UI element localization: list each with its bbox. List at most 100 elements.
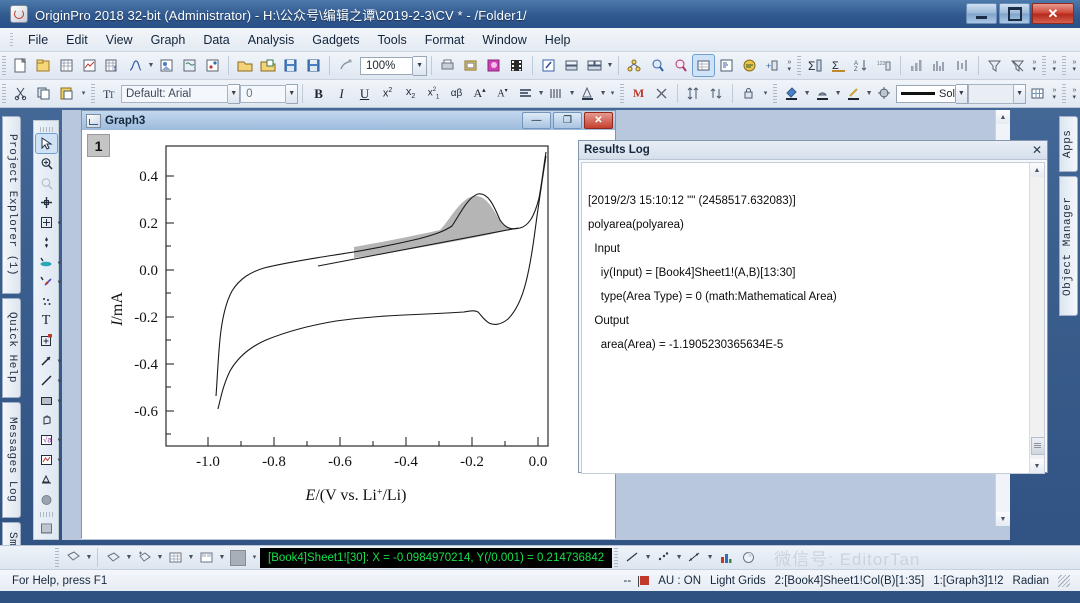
line-plot-icon[interactable] <box>622 547 643 568</box>
list-view-icon[interactable] <box>36 519 57 538</box>
zoom-level-display[interactable]: 100% <box>360 56 414 75</box>
new-graph-icon[interactable] <box>202 55 223 76</box>
close-button[interactable]: ✕ <box>1032 3 1074 24</box>
toolbar-overflow[interactable]: » ▾ <box>784 55 795 77</box>
font-size-combo[interactable]: 0 <box>240 84 287 103</box>
pie-plot-icon[interactable] <box>738 547 759 568</box>
scroll-thumb[interactable] <box>1031 437 1044 455</box>
toolbar-handle[interactable] <box>2 84 6 103</box>
new-matrix-icon[interactable] <box>79 55 100 76</box>
screen-reader-icon[interactable] <box>36 194 57 213</box>
export-graph-icon[interactable] <box>483 55 504 76</box>
toolbar-overflow[interactable]: » ▾ <box>1069 55 1080 77</box>
text-tool-icon[interactable]: T <box>36 312 57 331</box>
add-object-icon[interactable]: + <box>762 55 783 76</box>
data-display-icon[interactable] <box>692 54 715 77</box>
format-number-icon[interactable]: 123 <box>874 55 895 76</box>
menu-view[interactable]: View <box>97 30 142 50</box>
status-selection[interactable]: 2:[Book4]Sheet1!Col(B)[1:35] <box>775 575 925 587</box>
scroll-up-icon[interactable]: ▲ <box>996 110 1010 124</box>
toolbar-overflow[interactable]: » ▾ <box>1049 55 1060 77</box>
toolbar-handle[interactable] <box>1062 84 1066 103</box>
line-width-dropdown[interactable]: ▼ <box>1014 83 1026 104</box>
bar-plot-icon[interactable] <box>929 55 950 76</box>
status-auto-update[interactable]: AU : ON <box>658 575 701 587</box>
layer-contents-icon[interactable] <box>561 55 582 76</box>
layer-add-dropdown[interactable]: ▼ <box>156 547 164 568</box>
toolbar-overflow[interactable]: ▾ <box>249 547 260 569</box>
save-template-icon[interactable] <box>303 55 324 76</box>
super-sub-icon[interactable]: x21 <box>423 83 444 104</box>
sort-icon[interactable]: AZ <box>851 55 872 76</box>
color-swatch-icon[interactable] <box>227 547 248 568</box>
menu-edit[interactable]: Edit <box>57 30 97 50</box>
new-workbook-icon[interactable] <box>56 55 77 76</box>
new-layer-icon[interactable] <box>624 55 645 76</box>
mask-icon[interactable]: M <box>628 83 649 104</box>
pattern-icon[interactable] <box>812 83 833 104</box>
zoom-dropdown[interactable]: ▼ <box>413 55 427 76</box>
color-icon[interactable] <box>577 83 598 104</box>
sidebar-item-apps[interactable]: Apps <box>1059 116 1078 172</box>
rescale-icon[interactable] <box>706 83 727 104</box>
toolbar-overflow[interactable]: ▾ <box>607 83 618 105</box>
menu-help[interactable]: Help <box>536 30 580 50</box>
grid-tool-icon[interactable] <box>165 547 186 568</box>
line-style-dropdown[interactable]: ▼ <box>955 83 968 104</box>
video-builder-icon[interactable] <box>506 55 527 76</box>
project-explorer-icon[interactable] <box>716 55 737 76</box>
rectangle-tool-icon[interactable]: ▼ <box>36 391 63 410</box>
sidebar-item-messages-log[interactable]: Messages Log <box>2 402 21 518</box>
column-plot-icon[interactable] <box>715 547 736 568</box>
line-symbol-icon[interactable] <box>684 547 705 568</box>
toolbar-overflow[interactable]: » ▾ <box>1049 83 1060 105</box>
line-tool-icon[interactable]: ▼ <box>36 371 63 390</box>
scatter-plot-dropdown[interactable]: ▼ <box>675 547 683 568</box>
close-icon[interactable]: ✕ <box>1032 144 1042 156</box>
toolbar-handle[interactable] <box>797 56 801 75</box>
results-log-body[interactable]: [2019/2/3 15:10:12 "" (2458517.632083)] … <box>581 162 1045 474</box>
lock-icon[interactable] <box>738 83 759 104</box>
menu-grip[interactable] <box>10 32 13 47</box>
toolbar-overflow[interactable]: » ▾ <box>1029 55 1040 77</box>
toolbar-handle[interactable] <box>91 84 95 103</box>
layer-tool-icon[interactable] <box>63 547 84 568</box>
scroll-down-icon[interactable]: ▼ <box>996 512 1010 526</box>
sidebar-item-quick-help[interactable]: Quick Help <box>2 298 21 398</box>
open-icon[interactable] <box>234 55 255 76</box>
statistics-icon[interactable]: Σ <box>805 55 826 76</box>
menu-format[interactable]: Format <box>416 30 474 50</box>
increase-font-icon[interactable]: A▴ <box>469 83 490 104</box>
sidebar-item-object-manager[interactable]: Object Manager <box>1059 176 1078 316</box>
layer-manage-icon[interactable] <box>103 547 124 568</box>
results-log-panel[interactable]: Results Log ✕ [2019/2/3 15:10:12 "" (245… <box>578 140 1048 474</box>
font-name-combo[interactable]: Default: Arial <box>121 84 229 103</box>
graph-canvas[interactable]: 1 0.4 0.2 0.0 -0.2 -0.4 -0.6 -1.0 -0.8 -… <box>82 130 615 539</box>
toolbar-overflow[interactable]: ▾ <box>760 83 771 105</box>
toolbar-handle[interactable] <box>614 548 619 567</box>
zoom-out-icon[interactable] <box>670 55 691 76</box>
maximize-button[interactable] <box>999 3 1030 24</box>
subscript-icon[interactable]: x2 <box>400 83 421 104</box>
filter-icon[interactable] <box>984 55 1005 76</box>
toolbar-overflow[interactable]: » ▾ <box>1069 83 1080 105</box>
menu-analysis[interactable]: Analysis <box>239 30 304 50</box>
toolbar-overflow[interactable]: ▾ <box>78 83 89 105</box>
menu-window[interactable]: Window <box>473 30 535 50</box>
data-selector-icon[interactable] <box>36 233 57 252</box>
merge-graph-icon[interactable] <box>584 55 605 76</box>
menu-gadgets[interactable]: Gadgets <box>303 30 368 50</box>
line-color-icon[interactable] <box>843 83 864 104</box>
deviation-plot-icon[interactable] <box>952 55 973 76</box>
align-dropdown[interactable]: ▼ <box>537 83 545 104</box>
underline-icon[interactable]: U <box>354 83 375 104</box>
function-plot-dropdown[interactable]: ▼ <box>147 55 155 76</box>
flag-icon[interactable] <box>638 576 650 587</box>
paste-icon[interactable] <box>56 83 77 104</box>
pointer-icon[interactable] <box>34 133 58 155</box>
align-icon[interactable] <box>515 83 536 104</box>
toolbar-handle[interactable] <box>1062 56 1066 75</box>
font-size-dropdown[interactable]: ▼ <box>286 83 299 104</box>
graph-window[interactable]: Graph3 — ❐ ✕ 1 0.4 0.2 0.0 -0.2 -0.4 -0.… <box>81 110 616 539</box>
scroll-up-icon[interactable]: ▲ <box>1030 163 1044 177</box>
